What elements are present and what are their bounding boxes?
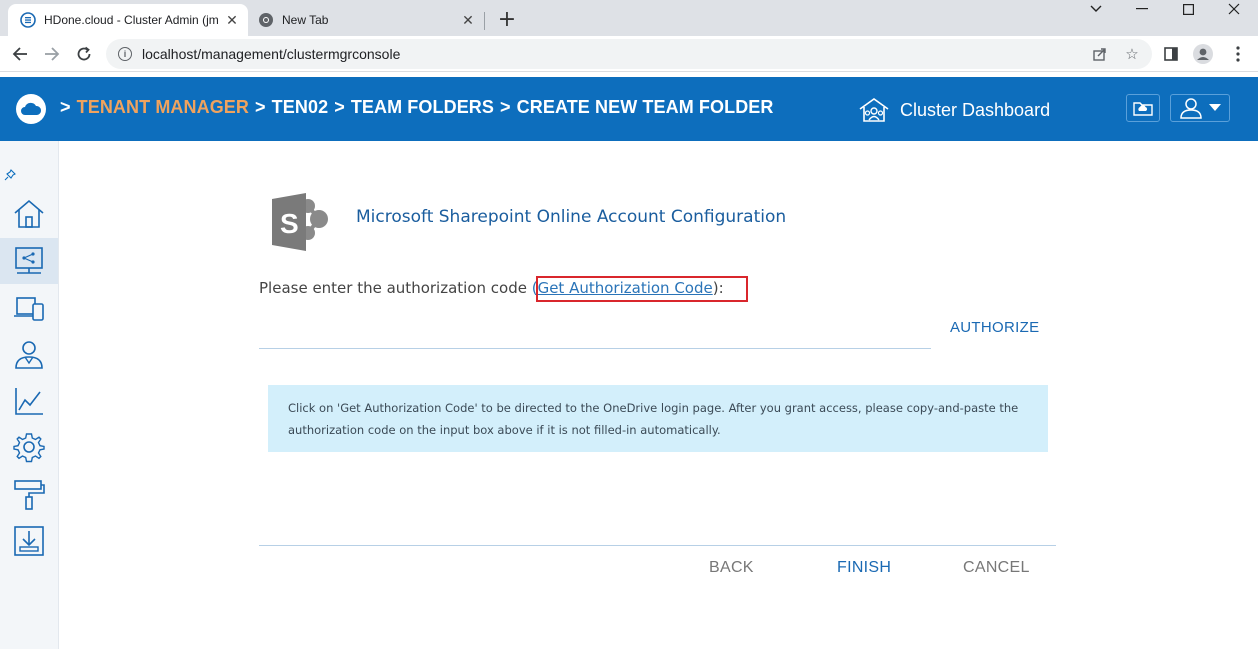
sidebar (0, 141, 59, 649)
browser-tab-newtab[interactable]: New Tab ✕ (248, 4, 484, 36)
cluster-dashboard-link[interactable]: Cluster Dashboard (858, 97, 1050, 123)
home-icon (14, 199, 44, 228)
new-tab-button[interactable]: + (494, 6, 520, 32)
close-tab-icon[interactable]: ✕ (458, 10, 478, 30)
footer-divider (259, 545, 1056, 546)
side-panel-icon[interactable] (1159, 42, 1183, 66)
sidebar-item-reports[interactable] (0, 378, 58, 424)
authorization-code-input[interactable] (259, 311, 931, 349)
breadcrumb-separator: > (60, 97, 71, 117)
sidebar-item-home[interactable] (0, 191, 58, 237)
devices-icon (14, 297, 44, 321)
info-message: Click on 'Get Authorization Code' to be … (268, 385, 1048, 452)
tab-title: HDone.cloud - Cluster Admin (jm (44, 13, 219, 27)
sidebar-item-devices[interactable] (0, 285, 58, 331)
reload-icon[interactable] (70, 40, 98, 68)
cancel-button[interactable]: CANCEL (963, 559, 1030, 577)
browser-tab-strip: HDone.cloud - Cluster Admin (jm ✕ New Ta… (0, 0, 1258, 36)
tab-title: New Tab (282, 13, 329, 27)
cloud-logo-icon[interactable] (16, 94, 46, 124)
close-tab-icon[interactable]: ✕ (222, 10, 242, 30)
auth-prompt-text: Please enter the authorization code (259, 279, 532, 297)
pin-icon[interactable] (4, 169, 16, 184)
branding-icon (14, 480, 45, 510)
sidebar-item-branding[interactable] (0, 471, 58, 517)
share-icon[interactable] (1088, 42, 1112, 66)
users-icon (15, 341, 43, 369)
minimize-icon[interactable] (1119, 0, 1165, 18)
bookmark-star-icon[interactable]: ☆ (1120, 42, 1144, 66)
download-icon (14, 526, 44, 556)
address-bar[interactable]: i localhost/management/clustermgrconsole (106, 39, 1152, 69)
breadcrumb-separator: > (255, 97, 266, 117)
window-close-icon[interactable] (1211, 0, 1257, 18)
forward-arrow-icon[interactable] (38, 40, 66, 68)
maximize-icon[interactable] (1165, 0, 1211, 18)
back-arrow-icon[interactable] (6, 40, 34, 68)
breadcrumb-create-new-team-folder: CREATE NEW TEAM FOLDER (516, 97, 774, 117)
browser-tab-active[interactable]: HDone.cloud - Cluster Admin (jm ✕ (8, 4, 248, 36)
breadcrumb-ten02[interactable]: TEN02 (272, 97, 329, 117)
main-content: S Microsoft Sharepoint Online Account Co… (59, 141, 1258, 649)
url-text: localhost/management/clustermgrconsole (142, 46, 401, 62)
breadcrumb-team-folders[interactable]: TEAM FOLDERS (351, 97, 494, 117)
tab-search-chevron-icon[interactable] (1073, 0, 1119, 18)
settings-icon (13, 433, 45, 463)
folder-icon (1133, 102, 1153, 116)
browser-toolbar: i localhost/management/clustermgrconsole… (0, 36, 1258, 72)
browser-menu-icon[interactable] (1226, 42, 1250, 66)
back-button[interactable]: BACK (709, 559, 754, 577)
finish-button[interactable]: FINISH (837, 559, 891, 577)
cluster-dashboard-icon (859, 98, 889, 122)
sidebar-item-users[interactable] (0, 331, 58, 377)
user-icon (1180, 98, 1202, 119)
sidebar-item-download[interactable] (0, 518, 58, 564)
hdone-favicon-icon (20, 12, 36, 28)
folder-button[interactable] (1126, 94, 1160, 122)
cluster-dashboard-label: Cluster Dashboard (900, 99, 1051, 120)
svg-text:S: S (280, 208, 299, 239)
authorize-button[interactable]: AUTHORIZE (950, 319, 1039, 336)
breadcrumb-tenant-manager[interactable]: TENANT MANAGER (77, 97, 249, 117)
highlight-box (536, 276, 748, 302)
reports-icon (15, 388, 43, 415)
team-folders-icon (15, 247, 43, 274)
caret-down-icon (1209, 104, 1221, 111)
tab-separator (484, 12, 485, 30)
breadcrumb: > TENANT MANAGER > TEN02 > TEAM FOLDERS > CREAT… (60, 97, 774, 118)
chrome-favicon-icon (258, 12, 274, 28)
sidebar-item-team-folders[interactable] (0, 238, 58, 284)
site-info-icon[interactable]: i (118, 47, 132, 61)
app-header: > TENANT MANAGER > TEN02 > TEAM FOLDERS > CREAT… (0, 77, 1258, 141)
breadcrumb-separator: > (500, 97, 511, 117)
user-menu-button[interactable] (1170, 94, 1230, 122)
breadcrumb-separator: > (334, 97, 345, 117)
sidebar-item-settings[interactable] (0, 424, 58, 470)
sharepoint-logo-icon: S (272, 193, 332, 257)
profile-avatar-icon[interactable] (1191, 42, 1215, 66)
config-title: Microsoft Sharepoint Online Account Conf… (356, 207, 787, 227)
